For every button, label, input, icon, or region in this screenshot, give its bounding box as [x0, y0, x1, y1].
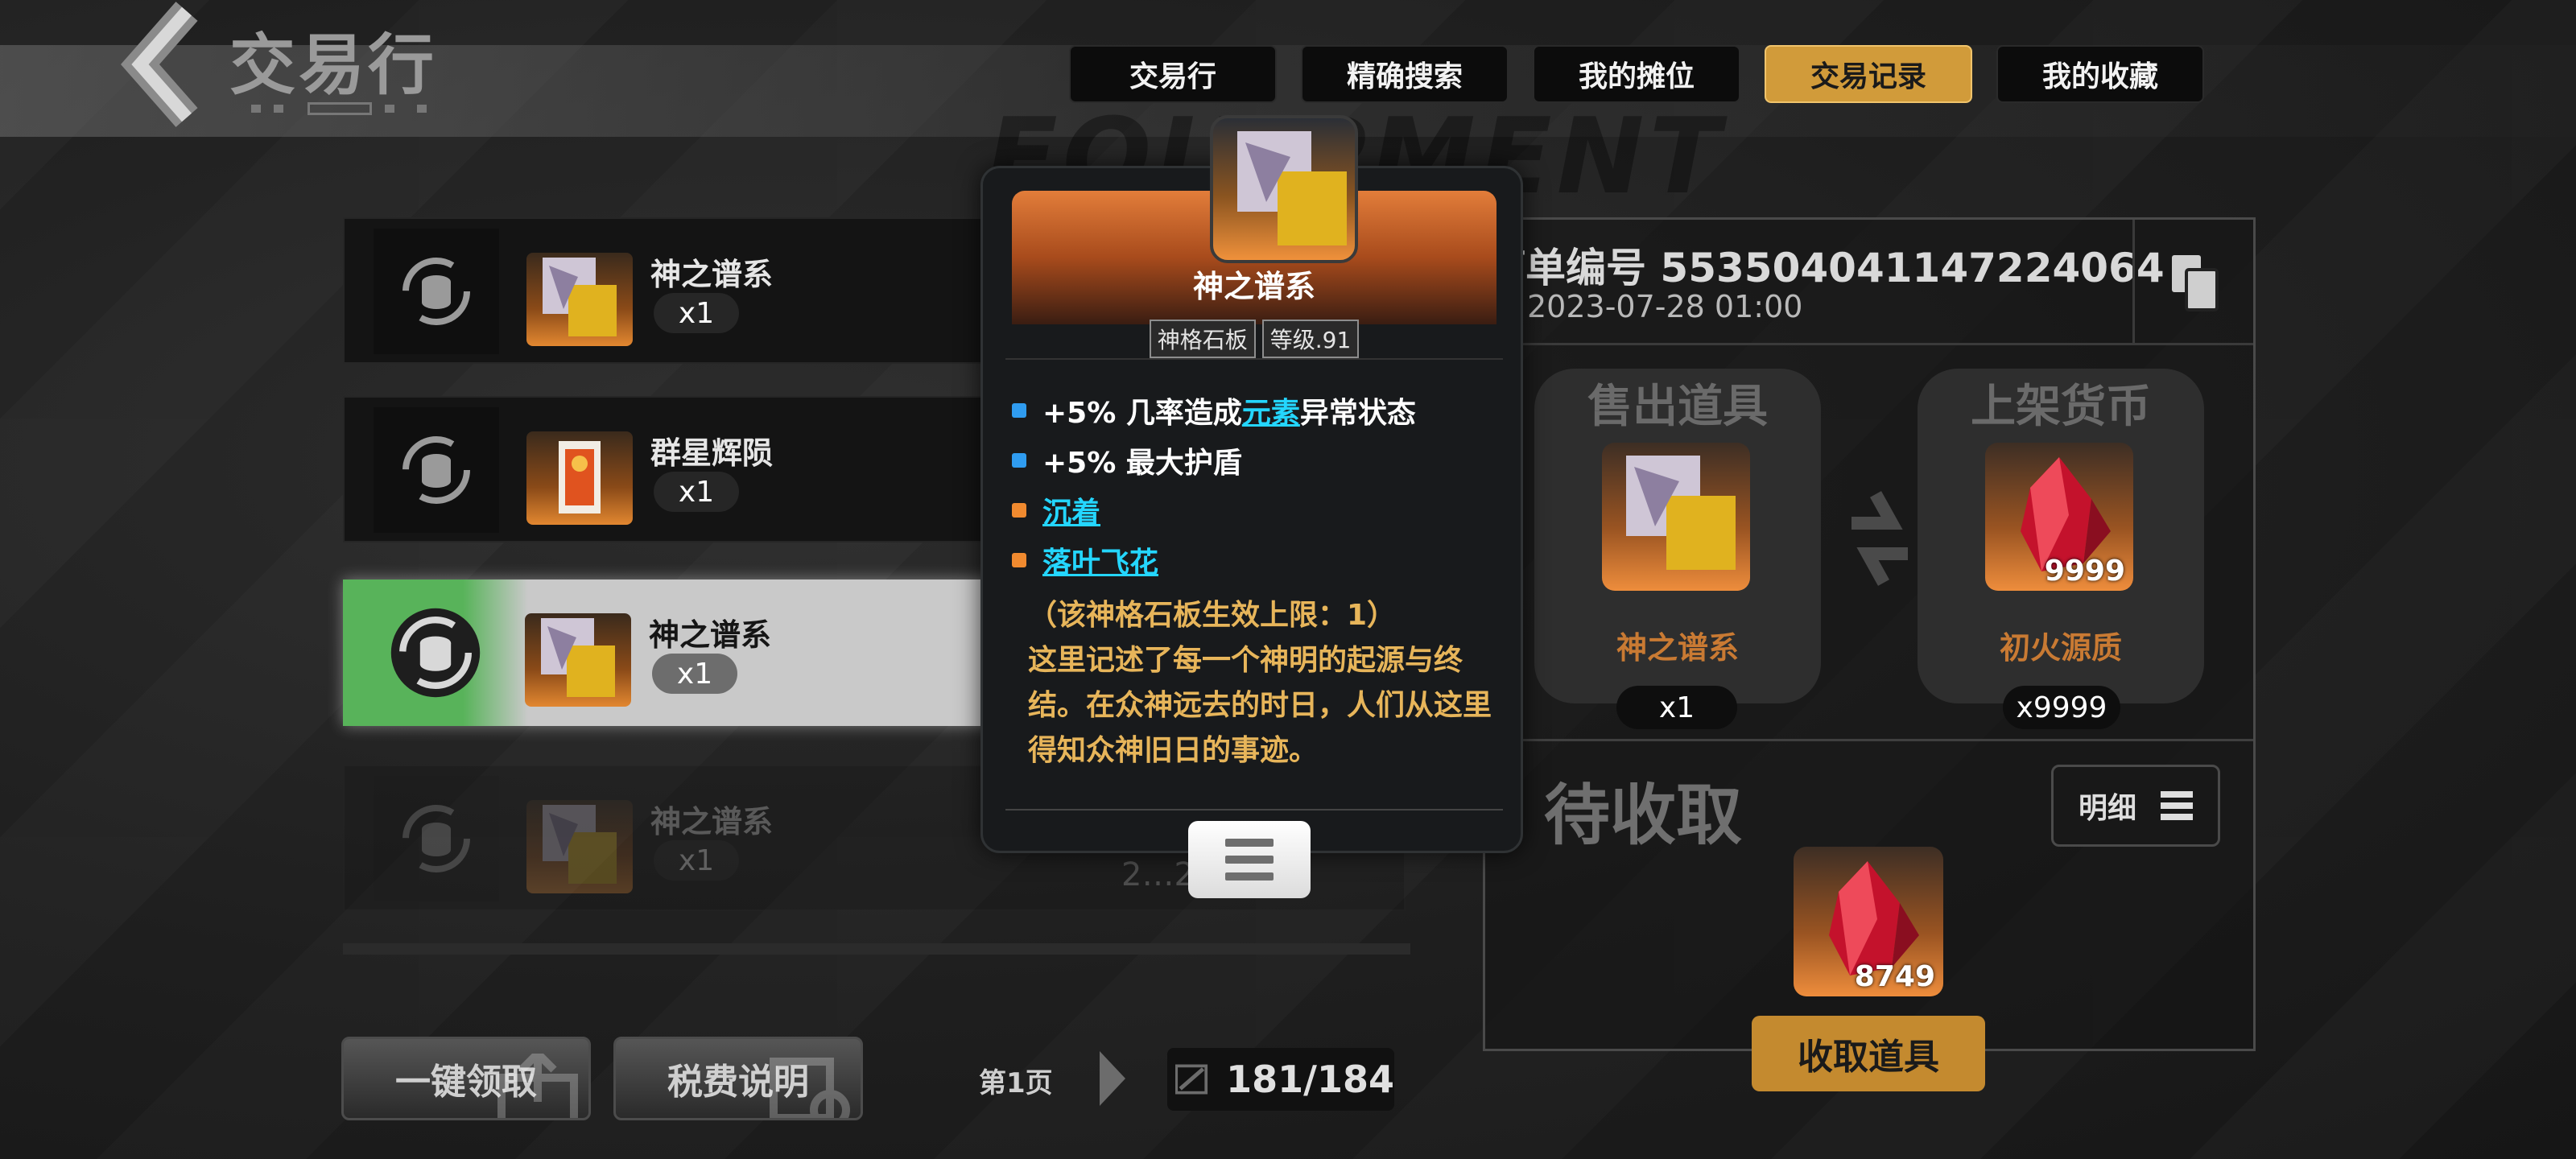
page-indicator: 第1页: [979, 1067, 1053, 1099]
record-item-qty: x1: [654, 472, 739, 512]
record-count-icon: [1175, 1064, 1208, 1095]
currency-cycle-icon: [374, 407, 499, 533]
passive-link-composure[interactable]: 沉着: [1042, 489, 1100, 531]
tooltip-item-name: 神之谱系: [1192, 269, 1315, 304]
pending-count-badge: 8749: [1854, 960, 1935, 993]
tab-my-favorites[interactable]: 我的收藏: [1996, 45, 2204, 103]
price-currency-title: 上架货币: [1971, 381, 2151, 433]
tooltip-stats: +5% 几率造成 元素 异常状态 +5% 最大护盾 沉着 落叶飞花: [1012, 386, 1416, 585]
detail-button[interactable]: 明细: [2051, 765, 2220, 847]
item-type-tag: 神格石板: [1149, 320, 1256, 358]
stat-text: +5% 最大护盾: [1042, 447, 1242, 480]
sold-item-icon[interactable]: [1602, 443, 1750, 591]
record-item-name: 神之谱系: [650, 804, 774, 839]
record-count-box: 181/184: [1167, 1048, 1394, 1111]
passive-link-falling-leaves[interactable]: 落叶飞花: [1042, 539, 1158, 581]
currency-cycle-icon: [374, 229, 499, 354]
title-decoration: [251, 101, 428, 116]
order-header: 订单编号 553504041147224064 2023-07-28 01:00: [1485, 220, 2253, 345]
sold-item-qty: x1: [1616, 686, 1737, 729]
detail-label: 明细: [2078, 792, 2136, 825]
tooltip-tags: 神格石板 等级.91: [983, 320, 1525, 358]
bullet-icon: [1012, 403, 1026, 418]
list-icon: [2161, 791, 2193, 820]
back-button[interactable]: [113, 0, 209, 129]
stat-text: +5% 几率造成: [1042, 397, 1242, 430]
pending-fire-essence-icon[interactable]: 8749: [1794, 847, 1943, 996]
bullet-icon: [1012, 453, 1026, 468]
description-line: 这里记述了每一个神明的起源与终结。在众神远去的时日，人们从这里得知众神旧日的事迹…: [1028, 644, 1492, 767]
claim-all-button[interactable]: 一键领取: [341, 1037, 591, 1120]
stat-text-suffix: 异常状态: [1299, 397, 1416, 430]
copy-button[interactable]: [2132, 220, 2253, 345]
deity-slate-thumbnail: [525, 613, 631, 707]
sold-item-name: 神之谱系: [1616, 630, 1739, 666]
record-item-qty: x1: [654, 293, 739, 333]
tab-market[interactable]: 交易行: [1069, 45, 1277, 103]
divider: [1485, 739, 2253, 741]
divider: [1005, 358, 1503, 360]
tooltip-description: （该神格石板生效上限：1） 这里记述了每一个神明的起源与终结。在众神远去的时日，人…: [1028, 593, 1503, 773]
order-number: 订单编号 553504041147224064: [1485, 236, 2165, 294]
item-tooltip: 神之谱系 神格石板 等级.91 +5% 几率造成 元素 异常状态 +5% 最大护盾 …: [980, 115, 1525, 853]
copy-icon: [2171, 255, 2219, 311]
tab-my-stall[interactable]: 我的摊位: [1533, 45, 1740, 103]
tab-bar: 交易行 精确搜索 我的摊位 交易记录 我的收藏: [1069, 45, 2204, 103]
list-scroll-track[interactable]: [343, 943, 1410, 955]
deity-slate-thumbnail: [526, 800, 633, 893]
tab-trade-records[interactable]: 交易记录: [1765, 45, 1972, 103]
deity-slate-icon: [1210, 115, 1358, 263]
description-line: （该神格石板生效上限：1）: [1028, 599, 1397, 632]
record-item-name: 神之谱系: [650, 257, 774, 292]
tax-info-button[interactable]: 税费说明: [613, 1037, 863, 1120]
chevron-right-icon: [1100, 1051, 1125, 1106]
claim-icon: [497, 1054, 578, 1118]
element-keyword-link[interactable]: 元素: [1242, 390, 1300, 431]
price-currency-badge: 9999: [2044, 555, 2125, 588]
collect-items-button[interactable]: 收取道具: [1752, 1016, 1985, 1091]
currency-cycle-icon: [343, 580, 528, 726]
order-date: 2023-07-28 01:00: [1527, 289, 1803, 324]
record-item-qty: x1: [654, 840, 739, 881]
star-meteor-thumbnail: [526, 431, 633, 525]
stat-line: +5% 几率造成 元素 异常状态: [1012, 386, 1416, 435]
deity-slate-thumbnail: [526, 253, 633, 346]
exchange-arrows-icon: [1843, 478, 1916, 602]
page-title: 交易行: [229, 27, 438, 104]
record-item-name: 群星辉陨: [650, 435, 774, 471]
lock-icon: [770, 1058, 850, 1118]
tooltip-menu-button[interactable]: [1188, 821, 1311, 898]
stat-line: 落叶飞花: [1012, 535, 1416, 585]
stat-line: +5% 最大护盾: [1012, 435, 1416, 485]
price-currency-qty: x9999: [2003, 686, 2120, 729]
price-currency-name: 初火源质: [1999, 630, 2122, 666]
bullet-icon: [1012, 553, 1026, 567]
item-level-tag: 等级.91: [1261, 320, 1360, 358]
pending-collection-title: 待收取: [1544, 777, 1743, 854]
tab-precise-search[interactable]: 精确搜索: [1301, 45, 1509, 103]
fire-essence-icon[interactable]: 9999: [1985, 443, 2133, 591]
currency-cycle-icon: [374, 776, 499, 901]
record-item-qty: x1: [652, 654, 737, 694]
bullet-icon: [1012, 503, 1026, 518]
next-page-button[interactable]: [1095, 1046, 1130, 1114]
sold-item-title: 售出道具: [1587, 381, 1768, 433]
description-text: （该神格石板生效上限：1） 这里记述了每一个神明的起源与终结。在众神远去的时日，人…: [1028, 593, 1503, 773]
order-number-value: 553504041147224064: [1660, 245, 2165, 291]
record-count: 181/184: [1226, 1058, 1394, 1101]
stat-line: 沉着: [1012, 485, 1416, 535]
record-item-name: 神之谱系: [649, 617, 772, 653]
divider: [1005, 809, 1503, 810]
menu-icon: [1225, 839, 1274, 881]
chevron-left-icon: [121, 2, 198, 127]
